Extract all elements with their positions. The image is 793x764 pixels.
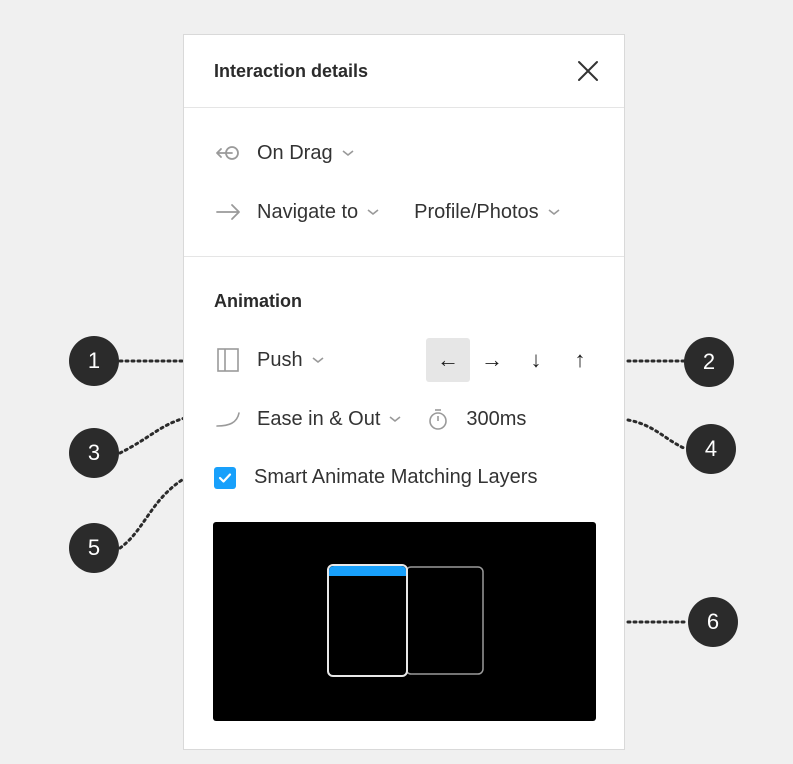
panel-header: Interaction details xyxy=(184,35,624,108)
smart-animate-row[interactable]: Smart Animate Matching Layers xyxy=(214,466,537,489)
animation-type-select[interactable]: Push xyxy=(214,346,325,374)
direction-buttons: ← → ↓ ↑ xyxy=(426,338,602,382)
direction-right-button[interactable]: → xyxy=(470,338,514,382)
preview-source-frame xyxy=(327,564,408,677)
easing-row: Ease in & Out 300ms xyxy=(214,405,526,433)
callout-4: 4 xyxy=(686,424,736,474)
action-row: Navigate to Profile/Photos xyxy=(214,198,561,226)
duration-input[interactable]: 300ms xyxy=(466,408,526,431)
callout-2: 2 xyxy=(684,337,734,387)
easing-label: Ease in & Out xyxy=(257,407,381,430)
interaction-details-panel: Interaction details On Drag Navigate to xyxy=(183,34,625,750)
smart-animate-label: Smart Animate Matching Layers xyxy=(254,466,538,488)
preview-destination-frame xyxy=(405,566,484,675)
animation-section-title: Animation xyxy=(214,291,302,311)
smart-animate-checkbox[interactable] xyxy=(214,466,236,489)
callout-1: 1 xyxy=(69,336,119,386)
close-button[interactable] xyxy=(576,59,600,83)
push-icon xyxy=(214,346,242,374)
callout-3: 3 xyxy=(69,428,119,478)
panel-title: Interaction details xyxy=(214,61,369,81)
chevron-down-icon xyxy=(388,414,402,424)
destination-select[interactable]: Profile/Photos xyxy=(414,201,561,224)
section-divider xyxy=(184,256,624,257)
checkmark-icon xyxy=(218,472,232,483)
callout-6: 6 xyxy=(688,597,738,647)
chevron-down-icon xyxy=(311,355,325,365)
drag-icon xyxy=(214,139,242,167)
direction-down-button[interactable]: ↓ xyxy=(514,338,558,382)
timer-icon xyxy=(424,405,452,433)
direction-left-button[interactable]: ← xyxy=(426,338,470,382)
animation-preview xyxy=(213,522,596,721)
callout-5: 5 xyxy=(69,523,119,573)
ease-curve-icon xyxy=(214,405,242,433)
connector-5 xyxy=(118,476,187,550)
trigger-label: On Drag xyxy=(257,141,333,164)
chevron-down-icon xyxy=(366,207,380,217)
action-label: Navigate to xyxy=(257,200,359,223)
chevron-down-icon xyxy=(547,207,561,217)
direction-up-button[interactable]: ↑ xyxy=(558,338,602,382)
animation-type-label: Push xyxy=(257,348,303,371)
destination-label: Profile/Photos xyxy=(414,200,539,223)
action-select[interactable]: Navigate to xyxy=(257,201,380,224)
chevron-down-icon xyxy=(341,148,355,158)
arrow-right-icon xyxy=(214,198,242,226)
close-icon xyxy=(578,61,598,81)
trigger-row[interactable]: On Drag xyxy=(214,139,355,167)
connector-3 xyxy=(118,416,187,455)
connector-4 xyxy=(626,418,688,451)
easing-select[interactable]: Ease in & Out xyxy=(257,408,402,431)
